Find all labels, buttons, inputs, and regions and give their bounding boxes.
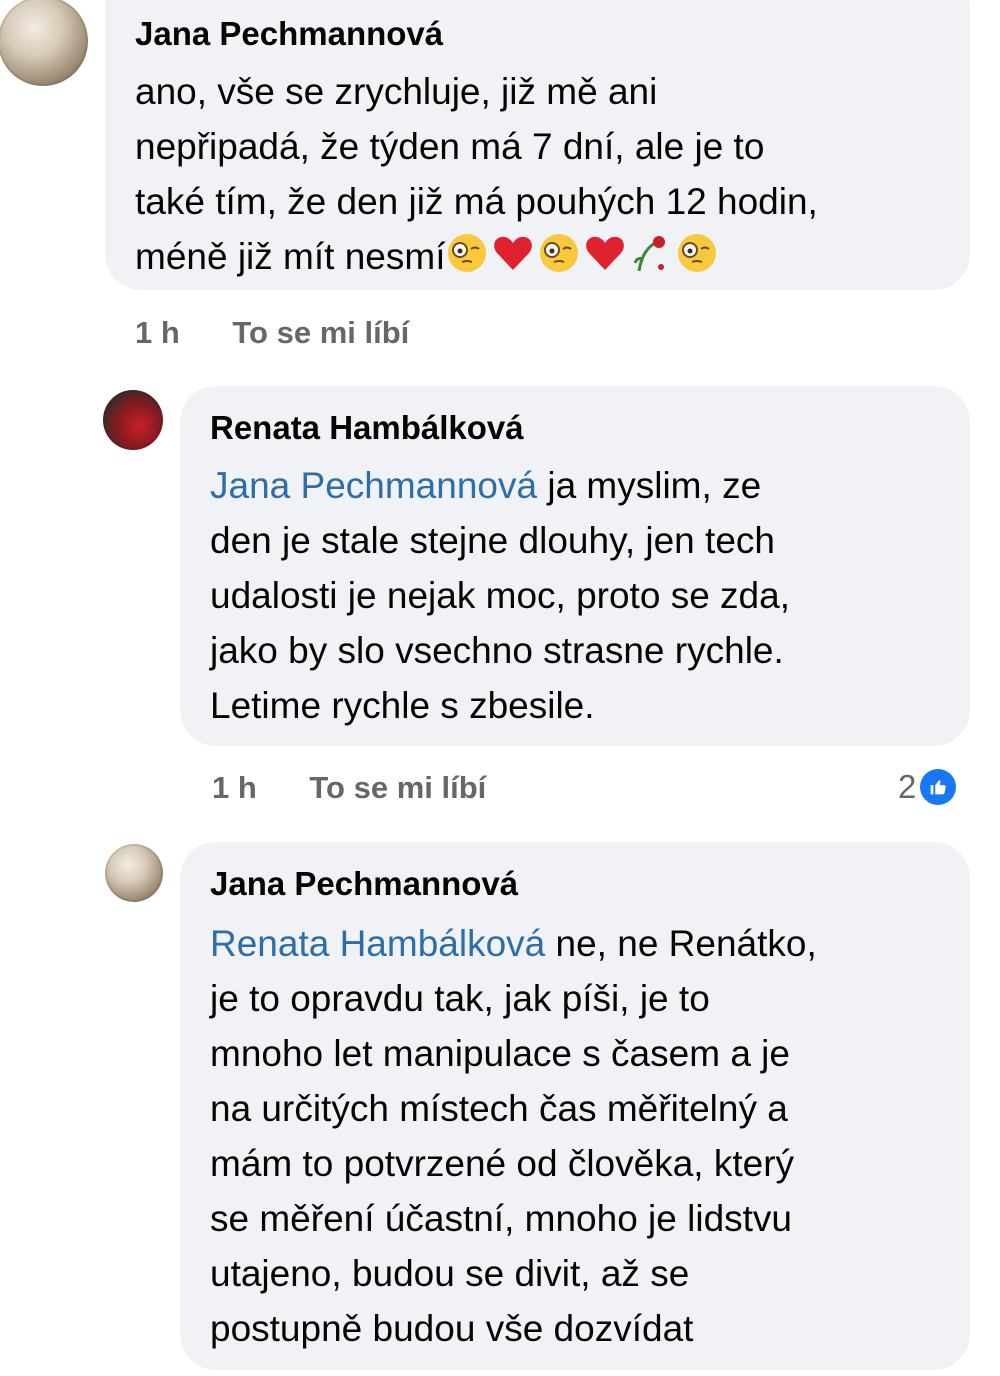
monocle-face-emoji [448,234,487,272]
avatar[interactable] [0,0,88,86]
comment-time[interactable]: 1 h [135,315,180,350]
reaction-count: 2 [898,768,917,805]
monocle-face-emoji [540,234,579,272]
like-thumb-icon [920,769,957,805]
mention-link[interactable]: Jana Pechmannová [210,465,537,506]
comment-author[interactable]: Renata Hambálková [210,408,970,448]
avatar[interactable] [103,390,163,450]
comment-time[interactable]: 1 h [212,770,257,805]
reaction-summary[interactable]: 2 [898,768,957,806]
red-heart-emoji [586,236,625,270]
like-link[interactable]: To se mi líbí [232,315,409,350]
wilted-rose-emoji [634,236,666,272]
comment-text: Renata Hambálková ne, ne Renátko, je to … [210,923,817,1349]
comment-bubble: Renata Hambálková Jana Pechmannová ja my… [180,386,970,746]
monocle-face-emoji [678,234,717,272]
mention-link[interactable]: Renata Hambálková [210,923,545,964]
comment-text: ano, vše se zrychluje, již mě ani nepřip… [135,71,818,277]
comment-text: Jana Pechmannová ja myslim, ze den je st… [210,465,790,726]
comment-author[interactable]: Jana Pechmannová [210,864,970,904]
comment-meta: 1 h To se mi líbí [135,315,409,351]
like-link[interactable]: To se mi líbí [309,770,486,805]
avatar[interactable] [105,844,163,902]
comment-bubble: Jana Pechmannová Renata Hambálková ne, n… [180,842,970,1370]
comment-bubble: Jana Pechmannová ano, vše se zrychluje, … [105,0,970,290]
emoji-row [445,231,719,275]
comment-author[interactable]: Jana Pechmannová [135,14,970,54]
red-heart-emoji [494,236,533,270]
comment-meta: 1 h To se mi líbí [212,770,486,806]
